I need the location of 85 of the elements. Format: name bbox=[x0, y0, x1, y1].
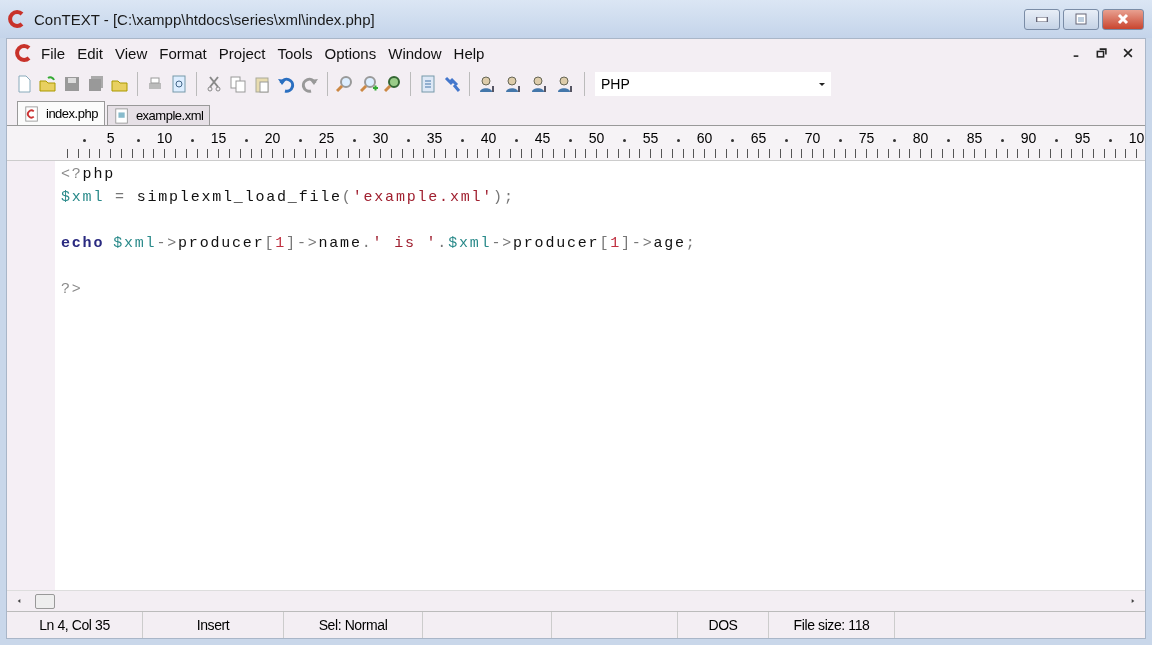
ruler-number: 50 bbox=[588, 130, 605, 146]
ruler-number: 45 bbox=[534, 130, 551, 146]
cut-icon[interactable] bbox=[205, 75, 223, 93]
search-icon[interactable] bbox=[336, 75, 354, 93]
ruler-number: 85 bbox=[966, 130, 983, 146]
minimize-button[interactable] bbox=[1024, 8, 1060, 30]
ruler-dot bbox=[893, 139, 896, 142]
ruler-number: 70 bbox=[804, 130, 821, 146]
ruler-dot bbox=[191, 139, 194, 142]
find-next-icon[interactable] bbox=[360, 75, 378, 93]
window-title: ConTEXT - [C:\xampp\htdocs\series\xml\index.php] bbox=[34, 10, 376, 28]
status-field: File size: 118 bbox=[769, 612, 895, 638]
ruler-dot bbox=[947, 139, 950, 142]
new-file-icon[interactable] bbox=[15, 75, 33, 93]
menu-item[interactable]: Edit bbox=[71, 42, 110, 64]
menu-item[interactable]: View bbox=[109, 42, 154, 64]
php-file-icon bbox=[24, 104, 40, 123]
code-line: ?> bbox=[61, 280, 84, 300]
ruler-dot bbox=[1001, 139, 1004, 142]
ruler-number: 30 bbox=[372, 130, 389, 146]
ruler-number: 60 bbox=[696, 130, 713, 146]
replace-icon[interactable] bbox=[384, 75, 402, 93]
paste-icon[interactable] bbox=[253, 75, 271, 93]
save-icon[interactable] bbox=[63, 75, 81, 93]
menu-item[interactable]: Project bbox=[212, 42, 272, 64]
ruler-number: 10 bbox=[156, 130, 173, 146]
ruler-dot bbox=[137, 139, 140, 142]
scrollbar-thumb[interactable] bbox=[35, 593, 55, 609]
print-preview-icon[interactable] bbox=[170, 75, 188, 93]
ruler-number: 55 bbox=[642, 130, 659, 146]
ruler-dot bbox=[83, 139, 86, 142]
ruler-dot bbox=[1055, 139, 1058, 142]
status-field: DOS bbox=[678, 612, 769, 638]
ruler-number: 35 bbox=[426, 130, 443, 146]
save-all-icon[interactable] bbox=[87, 75, 105, 93]
ruler-number: 5 bbox=[106, 130, 115, 146]
highlighter-dropdown[interactable]: PHP bbox=[595, 72, 831, 96]
app-logo-icon bbox=[8, 10, 26, 28]
open-folder-icon[interactable] bbox=[39, 75, 57, 93]
file-tab[interactable]: index.php bbox=[17, 101, 105, 125]
ruler-number: 80 bbox=[912, 130, 929, 146]
minimize-icon bbox=[1036, 16, 1048, 22]
maximize-icon bbox=[1072, 10, 1090, 28]
ruler-dot bbox=[785, 139, 788, 142]
menu-item[interactable]: Help bbox=[447, 42, 491, 64]
document-list-icon[interactable] bbox=[419, 75, 437, 93]
menu-item[interactable]: Options bbox=[318, 42, 383, 64]
ruler-number: 15 bbox=[210, 130, 227, 146]
ruler-dot bbox=[245, 139, 248, 142]
copy-icon[interactable] bbox=[229, 75, 247, 93]
ruler-dot bbox=[731, 139, 734, 142]
ruler-number: 10 bbox=[1128, 130, 1145, 146]
menu-item[interactable]: Format bbox=[153, 42, 213, 64]
ruler-dot bbox=[299, 139, 302, 142]
maximize-button[interactable] bbox=[1063, 8, 1099, 30]
ruler-dot bbox=[569, 139, 572, 142]
ruler-dot bbox=[677, 139, 680, 142]
code-line: <?php bbox=[61, 165, 116, 185]
redo-icon[interactable] bbox=[301, 75, 319, 93]
ruler-number: 65 bbox=[750, 130, 767, 146]
ruler-dot bbox=[461, 139, 464, 142]
undo-icon[interactable] bbox=[277, 75, 295, 93]
file-tab[interactable]: example.xml bbox=[106, 105, 211, 125]
ruler-number: 90 bbox=[1020, 130, 1037, 146]
ruler-dot bbox=[353, 139, 356, 142]
code-line: $xml = simplexml_load_file('example.xml'); bbox=[61, 188, 516, 208]
ruler-number: 40 bbox=[480, 130, 497, 146]
status-field: Sel: Normal bbox=[284, 612, 423, 638]
ruler-dot bbox=[839, 139, 842, 142]
menu-item[interactable]: Window bbox=[382, 42, 448, 64]
ruler-dot bbox=[515, 139, 518, 142]
ruler-number: 95 bbox=[1074, 130, 1091, 146]
close-button[interactable] bbox=[1102, 8, 1144, 30]
ruler-number: 25 bbox=[318, 130, 335, 146]
status-field: Insert bbox=[143, 612, 284, 638]
ruler-dot bbox=[407, 139, 410, 142]
ruler-dot bbox=[1109, 139, 1112, 142]
menu-item[interactable]: File bbox=[35, 42, 72, 64]
ruler-number: 20 bbox=[264, 130, 281, 146]
ruler-number: 75 bbox=[858, 130, 875, 146]
caret-icon bbox=[819, 82, 825, 86]
ruler-dot bbox=[623, 139, 626, 142]
code-line: echo $xml->producer[1]->name.' is '.$xml->producer[1]->age; bbox=[61, 234, 697, 254]
status-field: Ln 4, Col 35 bbox=[7, 612, 143, 638]
menu-item[interactable]: Tools bbox=[271, 42, 319, 64]
